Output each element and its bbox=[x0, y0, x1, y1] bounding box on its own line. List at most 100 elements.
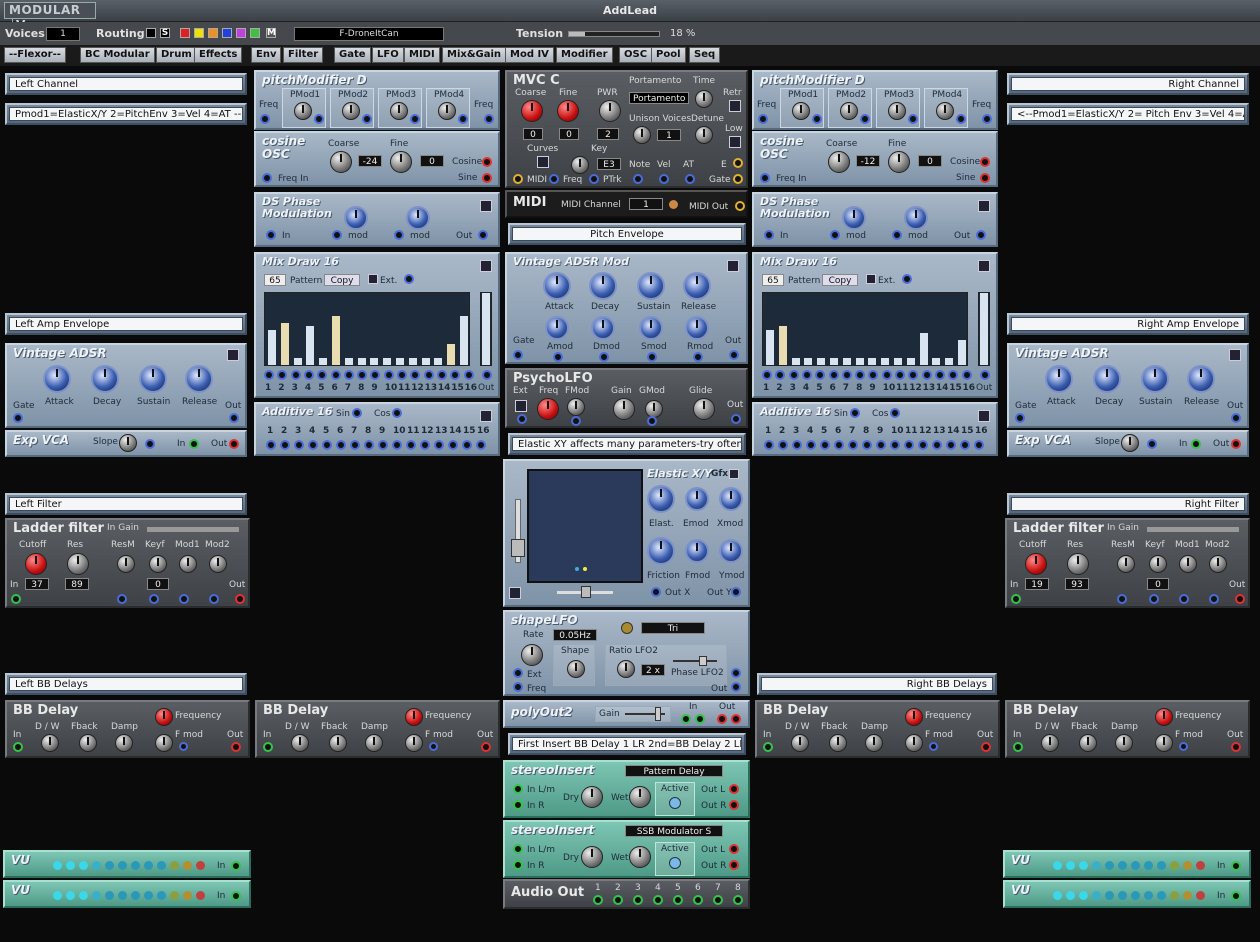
ext-jack[interactable] bbox=[404, 274, 414, 284]
function-icon[interactable] bbox=[978, 200, 990, 212]
keyf-jack[interactable] bbox=[1149, 594, 1159, 604]
mod-jack-2[interactable] bbox=[892, 230, 902, 240]
audio-out[interactable]: Audio Out 1 2 3 4 5 6 7 8 bbox=[503, 879, 750, 909]
lfo-out-jack-1[interactable] bbox=[731, 668, 741, 678]
harmonic-jack-13[interactable] bbox=[434, 440, 444, 450]
freq-knob[interactable] bbox=[537, 398, 559, 420]
comment-right-filter[interactable]: Right Filter bbox=[1007, 493, 1249, 515]
freq-jack[interactable] bbox=[513, 682, 523, 692]
amod-knob[interactable] bbox=[545, 316, 569, 340]
fine-knob[interactable] bbox=[390, 151, 412, 173]
in-jack[interactable] bbox=[231, 861, 241, 871]
step-jack-5[interactable] bbox=[317, 370, 328, 380]
fmod-knob[interactable] bbox=[567, 398, 585, 416]
pwr-knob[interactable] bbox=[599, 100, 621, 122]
dw-knob[interactable] bbox=[291, 734, 309, 752]
cos-jack[interactable] bbox=[890, 408, 900, 418]
harmonic-jack-15[interactable] bbox=[960, 440, 970, 450]
frequency-knob[interactable] bbox=[405, 708, 423, 726]
comment-right-channel[interactable]: Right Channel bbox=[1007, 73, 1249, 95]
out-jack[interactable] bbox=[980, 370, 990, 380]
outx-jack[interactable] bbox=[651, 587, 661, 597]
rmod-jack[interactable] bbox=[693, 352, 703, 362]
harmonic-jack-11[interactable] bbox=[904, 440, 914, 450]
comment-right-amp[interactable]: Right Amp Envelope bbox=[1007, 313, 1249, 335]
pmod4-jack[interactable] bbox=[458, 114, 468, 124]
bb-delay-1[interactable]: BB Delay Frequency D / W Fback Damp F mod In Ou… bbox=[5, 700, 250, 758]
in-r-jack[interactable] bbox=[695, 714, 705, 724]
mvc-c-module[interactable]: MVC C Coarse Fine PWR 0 0 2 Portamento T… bbox=[505, 70, 748, 188]
voices-field[interactable]: 1 bbox=[46, 27, 80, 41]
out-jack[interactable] bbox=[1231, 413, 1241, 423]
comment-pitch-env[interactable]: Pitch Envelope bbox=[508, 223, 746, 245]
out-l-jack[interactable] bbox=[717, 714, 727, 724]
mod1-jack[interactable] bbox=[179, 594, 189, 604]
mod-jack-1[interactable] bbox=[332, 230, 342, 240]
frequency-knob[interactable] bbox=[905, 708, 923, 726]
freq-in-jack[interactable] bbox=[758, 114, 768, 124]
harmonic-jack-6[interactable] bbox=[336, 440, 346, 450]
fmod-knob[interactable] bbox=[685, 539, 709, 563]
midi-channel-value[interactable]: 1 bbox=[629, 198, 663, 210]
harmonic-jack-9[interactable] bbox=[876, 440, 886, 450]
dw-knob[interactable] bbox=[1041, 734, 1059, 752]
channel-jack-8[interactable] bbox=[733, 895, 743, 905]
step-jack-10[interactable] bbox=[383, 370, 394, 380]
vu-meter-left-2[interactable]: VU In bbox=[3, 880, 251, 908]
channel-jack-4[interactable] bbox=[653, 895, 663, 905]
harmonic-jack-16[interactable] bbox=[476, 440, 486, 450]
out-jack[interactable] bbox=[1235, 594, 1245, 604]
ext-checkbox[interactable] bbox=[368, 274, 378, 284]
ext-checkbox[interactable] bbox=[866, 274, 876, 284]
step-jack-4[interactable] bbox=[801, 370, 812, 380]
step-jack-1[interactable] bbox=[762, 370, 772, 380]
step-bar-1[interactable] bbox=[268, 330, 276, 365]
decay-knob[interactable] bbox=[91, 365, 119, 393]
step-bar-14[interactable] bbox=[932, 358, 941, 365]
elastic-xy[interactable]: Elastic X/Y Gfx Elast. Emod Xmod Frictio… bbox=[503, 459, 750, 607]
stereo-insert-2[interactable]: stereoInsert SSB Modulator S In L/m In R Dry… bbox=[503, 820, 750, 878]
lfo-out-jack-2[interactable] bbox=[731, 682, 741, 692]
portamento-mode[interactable]: Portamento bbox=[629, 92, 689, 104]
harmonic-jack-15[interactable] bbox=[462, 440, 472, 450]
function-icon[interactable] bbox=[978, 410, 990, 422]
out-jack[interactable] bbox=[231, 742, 241, 752]
harmonic-jack-14[interactable] bbox=[946, 440, 956, 450]
comment-elastic-note[interactable]: Elastic XY affects many parameters-try o… bbox=[508, 433, 746, 455]
step-bar-4[interactable] bbox=[306, 326, 315, 365]
resm-knob[interactable] bbox=[117, 555, 135, 573]
ds-phase-mod-right[interactable]: DS Phase Modulation In mod mod Out bbox=[752, 192, 998, 247]
gfx-toggle[interactable] bbox=[729, 469, 739, 479]
gmod-knob[interactable] bbox=[645, 400, 663, 418]
cutoff-knob[interactable] bbox=[1025, 553, 1047, 575]
sustain-knob[interactable] bbox=[139, 365, 167, 393]
function-icon[interactable] bbox=[509, 587, 521, 599]
step-jack-3[interactable] bbox=[290, 370, 301, 380]
step-jack-9[interactable] bbox=[370, 370, 381, 380]
master-bar[interactable] bbox=[480, 292, 492, 366]
curves-toggle[interactable] bbox=[537, 156, 549, 168]
step-bar-6[interactable] bbox=[332, 316, 340, 365]
routing-color-5[interactable] bbox=[236, 28, 246, 38]
pmod1-jack[interactable] bbox=[314, 114, 324, 124]
note-jack[interactable] bbox=[633, 174, 643, 184]
harmonic-jack-13[interactable] bbox=[932, 440, 942, 450]
gmod-jack[interactable] bbox=[647, 416, 657, 426]
shape-knob[interactable] bbox=[567, 660, 585, 678]
step-bar-2[interactable] bbox=[778, 326, 787, 365]
res-knob[interactable] bbox=[67, 553, 89, 575]
channel-jack-6[interactable] bbox=[693, 895, 703, 905]
fmod-jack[interactable] bbox=[429, 742, 438, 751]
out-jack[interactable] bbox=[481, 742, 491, 752]
comment-insert-note[interactable]: First Insert BB Delay 1 LR 2nd=BB Delay … bbox=[508, 733, 746, 755]
damp-knob[interactable] bbox=[1115, 734, 1133, 752]
cutoff-knob[interactable] bbox=[25, 553, 47, 575]
step-jack-15[interactable] bbox=[948, 370, 959, 380]
step-jack-3[interactable] bbox=[788, 370, 799, 380]
mod1-jack[interactable] bbox=[1179, 594, 1189, 604]
step-bar-10[interactable] bbox=[881, 358, 890, 365]
ladder-filter-left[interactable]: Ladder filter In Gain Cutoff Res ResM Ke… bbox=[5, 518, 250, 608]
harmonic-jack-4[interactable] bbox=[308, 440, 318, 450]
comment-left-filter[interactable]: Left Filter bbox=[5, 493, 247, 515]
mod-knob-2[interactable] bbox=[904, 206, 928, 230]
